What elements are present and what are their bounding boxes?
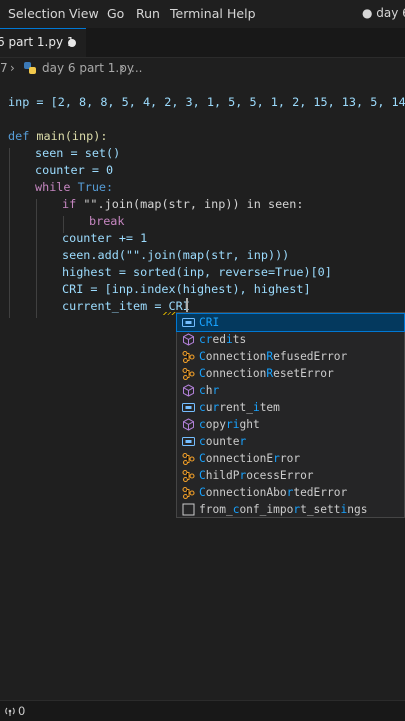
autocomplete-list[interactable]: CRI credits ConnectionRefusedError Connecti… xyxy=(176,312,405,518)
code-line-counter: counter = 0 xyxy=(35,163,114,177)
code-line-seen: seen = set() xyxy=(35,146,121,160)
chevron-right-icon: › xyxy=(10,61,15,75)
suggestion-label: chr xyxy=(199,384,220,397)
suggestion-label: from_conf_import_settings xyxy=(199,503,368,516)
tab-bar: 6 part 1.py 1 xyxy=(0,28,405,58)
suggestion-item[interactable]: ConnectionAbortedError xyxy=(177,484,404,501)
menu-go[interactable]: Go xyxy=(107,6,124,21)
code-line-while: while True: xyxy=(35,180,114,194)
code-line-def: def main(inp): xyxy=(8,129,108,143)
suggestion-item[interactable]: current_item xyxy=(177,399,404,416)
code-line-inp: inp = [2, 8, 8, 5, 4, 2, 3, 1, 5, 5, 1, … xyxy=(8,95,405,109)
code-line-break: break xyxy=(89,214,125,228)
class-icon xyxy=(182,350,195,364)
suggestion-label: ChildProcessError xyxy=(199,469,314,482)
menu-help[interactable]: Help xyxy=(227,6,256,21)
suggestion-label: current_item xyxy=(199,401,280,414)
indent-guide xyxy=(36,199,37,318)
suggestion-item[interactable]: CRI xyxy=(176,313,405,332)
menu-terminal[interactable]: Terminal xyxy=(170,6,223,21)
variable-icon xyxy=(182,316,195,329)
menu-selection[interactable]: Selection xyxy=(8,6,66,21)
suggestion-item[interactable]: ConnectionRefusedError xyxy=(177,348,404,365)
code-line-counter-inc: counter += 1 xyxy=(62,231,148,245)
ports-icon[interactable] xyxy=(4,705,16,717)
class-icon xyxy=(182,486,195,500)
breadcrumb-folder[interactable]: 7 xyxy=(0,61,8,75)
suggestion-label: credits xyxy=(199,333,247,346)
cube-icon xyxy=(182,333,195,346)
suggestion-item[interactable]: ConnectionResetError xyxy=(177,365,404,382)
suggestion-item[interactable]: copyright xyxy=(177,416,404,433)
class-icon xyxy=(182,367,195,381)
menu-bar: Selection View Go Run Terminal Help ● da… xyxy=(0,0,405,28)
indent-guide xyxy=(9,148,10,318)
menu-view[interactable]: View xyxy=(69,6,99,21)
code-line-seen-add: seen.add("".join(map(str, inp))) xyxy=(62,248,290,262)
class-icon xyxy=(182,452,195,466)
suggestion-label: ConnectionAbortedError xyxy=(199,486,348,499)
variable-icon xyxy=(182,435,195,448)
code-line-if: if "".join(map(str, inp)) in seen: xyxy=(62,197,304,211)
suggestion-item[interactable]: chr xyxy=(177,382,404,399)
unsaved-dot-icon[interactable] xyxy=(68,39,76,47)
window-title: ● day 6 p xyxy=(362,6,405,20)
tab-day6-part1[interactable]: 6 part 1.py 1 xyxy=(0,28,86,57)
suggestion-label: ConnectionResetError xyxy=(199,367,334,380)
breadcrumb-symbols[interactable]: ... xyxy=(131,61,142,75)
variable-icon xyxy=(182,401,195,414)
chevron-right-icon: › xyxy=(120,61,125,75)
ports-count[interactable]: 0 xyxy=(18,704,25,718)
suggestion-label: counter xyxy=(199,435,247,448)
breadcrumb: 7 › day 6 part 1.py › ... xyxy=(0,58,405,80)
cube-icon xyxy=(182,384,195,397)
suggestion-item[interactable]: counter xyxy=(177,433,404,450)
code-line-cri: CRI = [inp.index(highest), highest] xyxy=(62,282,311,296)
status-bar: 0 xyxy=(0,700,405,721)
tab-label: 6 part 1.py 1 xyxy=(0,35,75,49)
suggestion-label: ConnectionRefusedError xyxy=(199,350,348,363)
suggestion-item[interactable]: ChildProcessError xyxy=(177,467,404,484)
suggestion-item[interactable]: credits xyxy=(177,331,404,348)
code-line-highest: highest = sorted(inp, reverse=True)[0] xyxy=(62,265,332,279)
suggestion-label: ConnectionError xyxy=(199,452,301,465)
menu-run[interactable]: Run xyxy=(136,6,160,21)
suggestion-label: CRI xyxy=(199,316,220,329)
class-icon xyxy=(182,469,195,483)
cube-icon xyxy=(182,418,195,431)
suggestion-item[interactable]: ConnectionError xyxy=(177,450,404,467)
python-file-icon xyxy=(24,62,36,74)
suggestion-item[interactable]: from_conf_import_settings xyxy=(177,501,404,518)
snippet-icon xyxy=(182,503,195,516)
suggestion-label: copyright xyxy=(199,418,260,431)
